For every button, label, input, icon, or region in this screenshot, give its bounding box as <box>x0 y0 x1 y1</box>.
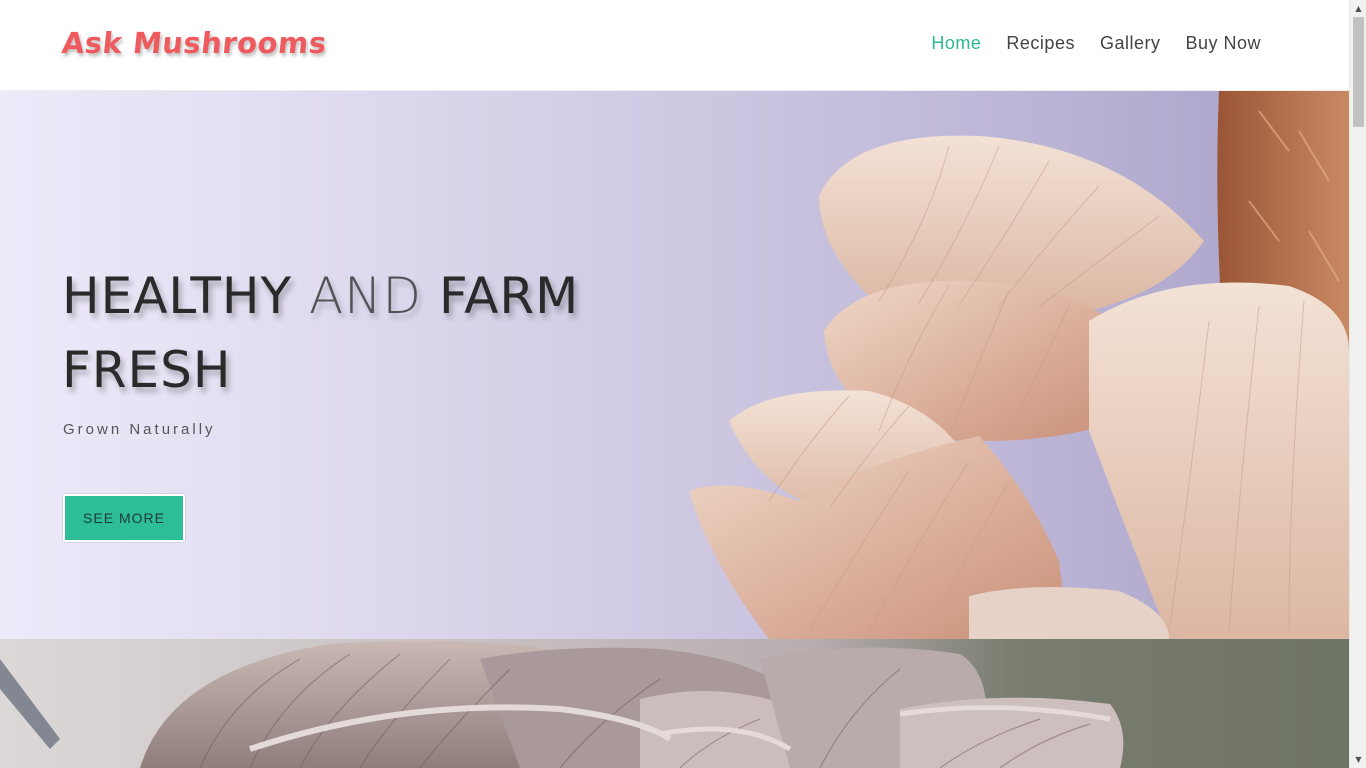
mushroom-gills-image <box>0 639 1349 768</box>
scroll-down-icon[interactable]: ▼ <box>1350 751 1366 768</box>
hero-title-part-2: AND <box>308 267 423 325</box>
hero-title-part-1: HEALTHY <box>62 267 309 325</box>
nav-item-home[interactable]: Home <box>931 33 981 54</box>
main-nav: Home Recipes Gallery Buy Now <box>906 33 1261 54</box>
site-header: Ask Mushrooms Home Recipes Gallery Buy N… <box>0 0 1349 91</box>
page-scrollbar[interactable]: ▲ ▼ <box>1349 0 1366 768</box>
scroll-up-icon[interactable]: ▲ <box>1350 0 1366 17</box>
nav-item-recipes[interactable]: Recipes <box>1006 33 1075 54</box>
oyster-mushroom-image <box>689 91 1349 639</box>
nav-item-gallery[interactable]: Gallery <box>1100 33 1161 54</box>
hero-subtitle: Grown Naturally <box>63 421 216 438</box>
scrollbar-thumb[interactable] <box>1353 17 1364 127</box>
site-logo[interactable]: Ask Mushrooms <box>60 26 328 60</box>
hero-banner: HEALTHY AND FARM FRESH Grown Naturally S… <box>0 91 1349 639</box>
see-more-button[interactable]: SEE MORE <box>63 494 185 542</box>
hero-title: HEALTHY AND FARM FRESH <box>62 259 622 407</box>
nav-item-buy-now[interactable]: Buy Now <box>1185 33 1261 54</box>
mushroom-gills-section <box>0 639 1349 768</box>
